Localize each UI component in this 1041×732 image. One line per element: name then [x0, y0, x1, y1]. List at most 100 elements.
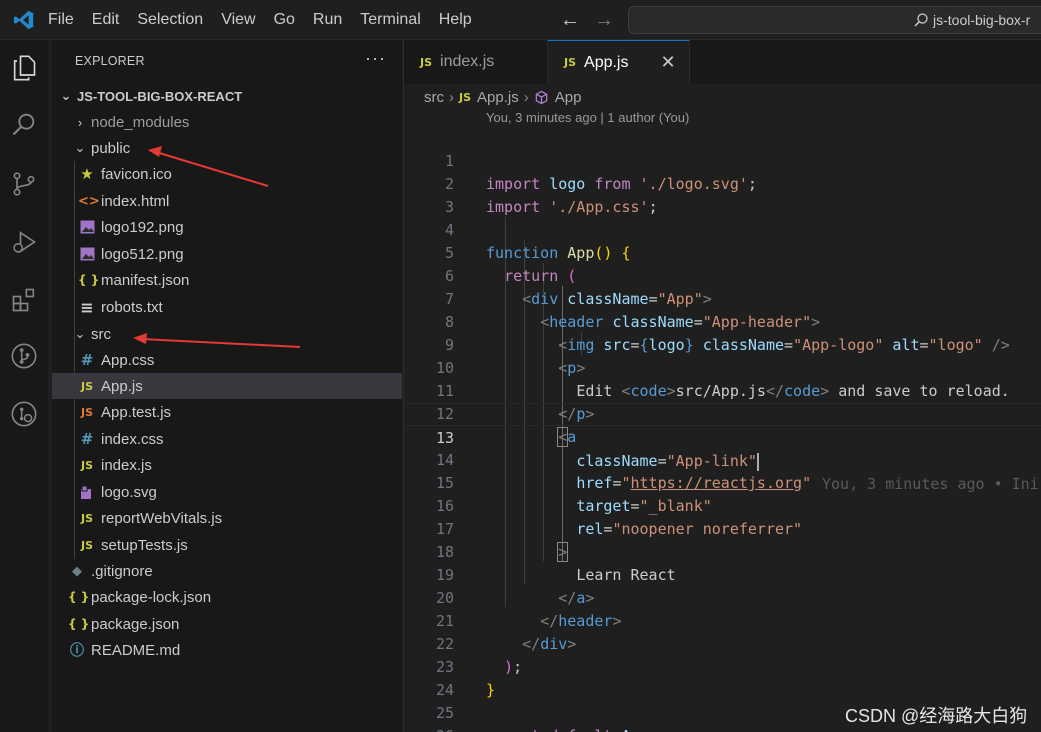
code-line-current: 13 className="App-link" You, 3 minutes a…	[404, 403, 1041, 493]
tree-item-src[interactable]: ⌄ src	[52, 321, 402, 347]
tree-item-logo512[interactable]: logo512.png	[52, 241, 402, 267]
tree-item-label: index.css	[101, 430, 164, 448]
tree-item-package-json[interactable]: { } package.json	[52, 611, 402, 637]
run-debug-icon[interactable]	[8, 226, 40, 258]
tree-item-setup-tests[interactable]: JS setupTests.js	[52, 532, 402, 558]
tree-item-label: reportWebVitals.js	[101, 509, 223, 527]
tree-item-favicon[interactable]: ★ favicon.ico	[52, 161, 402, 187]
js-icon: JS	[420, 55, 433, 69]
chevron-down-icon: ⌄	[74, 140, 86, 155]
tree-item-logo-svg[interactable]: logo.svg	[52, 479, 402, 505]
menu-selection[interactable]: Selection	[128, 0, 212, 40]
js-icon: JS	[80, 511, 93, 525]
code-line: 5 return (	[404, 219, 1041, 285]
remote-explorer-icon[interactable]	[8, 398, 40, 430]
html-icon: <>	[78, 193, 100, 209]
activity-bar	[0, 40, 48, 732]
tab-label: App.js	[584, 53, 629, 71]
menu-run[interactable]: Run	[304, 0, 351, 40]
code-line: 19 </a>	[404, 541, 1041, 607]
symbol-class-icon	[534, 90, 549, 105]
extensions-icon[interactable]	[8, 284, 40, 316]
editor-tabs: JS index.js JS App.js ✕	[404, 40, 1041, 84]
css-icon: #	[80, 430, 94, 448]
tab-index-js[interactable]: JS index.js	[404, 40, 548, 84]
tree-item-public[interactable]: ⌄ public	[52, 135, 402, 161]
menu-bar: File Edit Selection View Go Run Terminal…	[48, 0, 481, 40]
breadcrumb-symbol[interactable]: App	[555, 89, 582, 106]
tree-item-node-modules[interactable]: › node_modules	[52, 109, 402, 135]
js-icon: JS	[80, 538, 93, 552]
chevron-right-icon: ›	[449, 88, 454, 106]
code-line: 17 >	[404, 495, 1041, 562]
tree-item-label: robots.txt	[101, 298, 163, 316]
back-arrow-icon[interactable]: ←	[560, 9, 580, 32]
search-activity-icon[interactable]	[8, 108, 40, 140]
code-line: 25 export default App;	[404, 679, 1041, 732]
menu-terminal[interactable]: Terminal	[351, 0, 429, 40]
menu-file[interactable]: File	[48, 0, 83, 40]
code-line: 10 Edit <code>src/App.js</code> and save…	[404, 334, 1041, 400]
navigation-arrows: ← →	[560, 0, 614, 40]
tree-item-index-css[interactable]: # index.css	[52, 426, 402, 452]
image-icon	[78, 247, 96, 261]
code-line: 24	[404, 656, 1041, 699]
tree-item-label: package.json	[91, 615, 180, 633]
explorer-root-folder[interactable]: ⌄ JS-TOOL-BIG-BOX-REACT	[52, 83, 402, 109]
tree-item-label: .gitignore	[91, 562, 153, 580]
tree-item-package-lock[interactable]: { } package-lock.json	[52, 584, 402, 610]
tree-item-label: src	[91, 325, 111, 343]
code-lens-blame[interactable]: You, 3 minutes ago | 1 author (You)	[486, 110, 689, 125]
code-line: 21 </div>	[404, 587, 1041, 653]
source-control-icon[interactable]	[8, 168, 40, 200]
search-text: js-tool-big-box-r	[933, 12, 1031, 28]
tree-item-label: favicon.ico	[101, 165, 172, 183]
tree-item-logo192[interactable]: logo192.png	[52, 214, 402, 240]
tree-item-label: index.html	[101, 192, 170, 210]
tree-item-index-html[interactable]: <> index.html	[52, 188, 402, 214]
menu-go[interactable]: Go	[265, 0, 304, 40]
star-icon: ★	[80, 165, 94, 183]
forward-arrow-icon[interactable]: →	[594, 9, 614, 32]
text-file-icon: ≡	[80, 297, 94, 317]
tree-item-label: App.test.js	[101, 403, 172, 421]
image-icon	[78, 220, 96, 234]
tree-item-label: index.js	[101, 456, 152, 474]
menu-view[interactable]: View	[212, 0, 264, 40]
js-icon: JS	[459, 90, 472, 104]
git-graph-icon[interactable]	[8, 340, 40, 372]
tree-item-app-test-js[interactable]: JS App.test.js	[52, 399, 402, 425]
tree-item-robots[interactable]: ≡ robots.txt	[52, 294, 402, 320]
code-line: 3	[404, 173, 1041, 216]
code-line: 20 </header>	[404, 564, 1041, 630]
js-icon: JS	[80, 379, 93, 393]
code-line: 9 <p>	[404, 311, 1041, 377]
command-center-search[interactable]: js-tool-big-box-r	[628, 6, 1041, 34]
code-line: 7 <header className="App-header">	[404, 265, 1041, 331]
breadcrumb-folder[interactable]: src	[424, 89, 444, 106]
chevron-down-icon: ⌄	[60, 88, 72, 103]
breadcrumb-file[interactable]: App.js	[477, 89, 519, 106]
close-icon[interactable]: ✕	[660, 52, 675, 73]
explorer-files-icon[interactable]	[8, 52, 40, 84]
vscode-logo-icon	[0, 0, 48, 40]
tree-item-index-js[interactable]: JS index.js	[52, 452, 402, 478]
more-actions-icon[interactable]: ···	[365, 48, 386, 69]
tree-item-report-web-vitals[interactable]: JS reportWebVitals.js	[52, 505, 402, 531]
line-number: 26	[404, 725, 454, 732]
tree-item-gitignore[interactable]: ◆ .gitignore	[52, 558, 402, 584]
tree-item-app-js[interactable]: JS App.js	[52, 373, 402, 399]
menu-edit[interactable]: Edit	[83, 0, 129, 40]
svg-icon	[78, 485, 96, 500]
tree-item-label: public	[91, 139, 131, 157]
breadcrumb: src › JS App.js › App	[424, 87, 581, 107]
js-test-icon: JS	[80, 405, 93, 419]
chevron-right-icon: ›	[77, 114, 83, 130]
menu-help[interactable]: Help	[430, 0, 481, 40]
tab-app-js[interactable]: JS App.js ✕	[548, 40, 690, 84]
editor-group: JS index.js JS App.js ✕ src › JS App.js …	[403, 40, 1041, 732]
code-line: 14 href="https://reactjs.org"	[404, 426, 1041, 492]
tree-item-readme[interactable]: ⓘ README.md	[52, 637, 402, 663]
tree-item-app-css[interactable]: # App.css	[52, 347, 402, 373]
tree-item-manifest[interactable]: { } manifest.json	[52, 267, 402, 293]
